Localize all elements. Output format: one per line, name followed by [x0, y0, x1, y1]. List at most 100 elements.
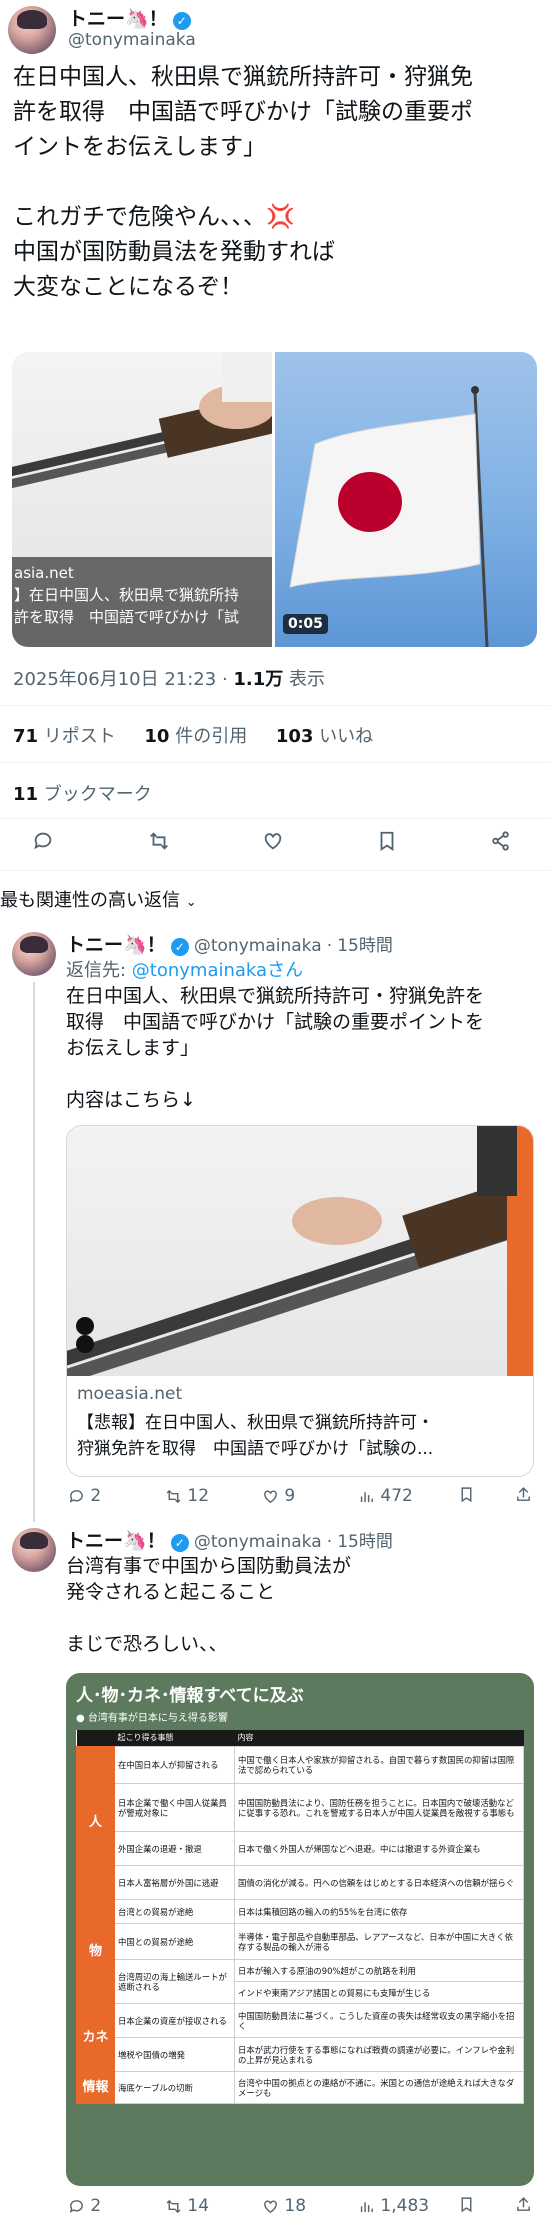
views-count: 1.1万	[233, 669, 284, 690]
author-handle[interactable]: @tonymainaka	[194, 1532, 322, 1552]
reply-to-handle-link[interactable]: @tonymainakaさん	[132, 960, 303, 981]
link-card-title-line: 【悲報】在日中国人、秋田県で猟銃所持許可・	[77, 1413, 434, 1433]
tweet-text-line: イントをお伝えします」	[13, 134, 266, 160]
table-row: 日本企業で働く中国人従業員が警戒対象に 中国国防動員法により、国防任務を担うこと…	[77, 1783, 524, 1832]
reply-button[interactable]: 2	[68, 1486, 101, 1506]
quotes-label: 件の引用	[175, 726, 248, 747]
bookmark-icon[interactable]	[458, 2196, 475, 2217]
table-row: 増税や国債の増発 日本が武力行使をする事態になれば戦費の調達が必要に。インフレや…	[77, 2037, 524, 2072]
views-button[interactable]: 472	[358, 1486, 413, 1506]
media-left-shotgun-image[interactable]: asia.net 】在日中国人、秋田県で猟銃所持 許を取得 中国語で呼びかけ「試	[12, 352, 272, 647]
author-handle[interactable]: @tonymainaka	[68, 30, 196, 50]
repost-icon[interactable]	[148, 830, 170, 857]
tweet-timestamp[interactable]: 2025年06月10日 21:23	[13, 669, 216, 690]
table-header-cell	[76, 1730, 115, 1747]
avatar[interactable]	[12, 1528, 56, 1572]
share-icon[interactable]	[515, 2196, 532, 2217]
table-row: 情報 海底ケーブルの切断 台湾や中国の拠点との連絡が不通に。米国との通信が途絶え…	[76, 2071, 524, 2104]
divider	[0, 762, 550, 763]
table-header-cell: 内容	[234, 1730, 524, 1747]
divider	[0, 705, 550, 706]
reply-text-line: 取得 中国語で呼びかけ「試験の重要ポイントを	[66, 1011, 485, 1033]
media-caption: asia.net 】在日中国人、秋田県で猟銃所持 許を取得 中国語で呼びかけ「試	[14, 562, 239, 628]
dot-separator: ·	[326, 1532, 333, 1552]
category-cell: 物	[76, 1899, 115, 2004]
event-cell: 外国企業の退避・撤退	[114, 1831, 235, 1866]
reply-icon	[69, 1489, 83, 1503]
views-button[interactable]: 1,483	[358, 2196, 429, 2216]
views-icon	[360, 2201, 373, 2212]
table-row: 台湾周辺の海上輸送ルートが遮断される 日本が輸入する原油の90%超がこの航路を利…	[77, 1959, 524, 2004]
link-card-title-line: 狩猟免許を取得 中国語で呼びかけ「試験の...	[77, 1439, 434, 1459]
bookmarks-stat[interactable]: 11 ブックマーク	[13, 780, 152, 806]
bookmark-icon[interactable]	[376, 830, 398, 857]
reply-time[interactable]: 15時間	[337, 936, 393, 956]
reposts-count: 71	[13, 726, 39, 747]
content-cell: 半導体・電子部品や自動車部品、レアアースなど、日本が中国に大きく依存する製品の輸…	[234, 1923, 524, 1960]
quotes-stat[interactable]: 10 件の引用	[144, 726, 247, 747]
repost-button[interactable]: 14	[165, 2196, 209, 2216]
reply-time[interactable]: 15時間	[337, 1532, 393, 1552]
reply-text-line: まじで恐ろしい、、	[66, 1633, 228, 1655]
content-cell: 台湾や中国の拠点との連絡が不通に。米国との通信が途絶えれば大きなダメージも	[234, 2071, 524, 2104]
content-cell: 国債の消化が減る。円への信頼をはじめとする日本経済への信頼が揺らぐ	[234, 1865, 524, 1900]
media-grid: asia.net 】在日中国人、秋田県で猟銃所持 許を取得 中国語で呼びかけ「試…	[12, 352, 537, 647]
reply-header: トニー🦄！ ✓ @tonymainaka · 15時間	[66, 930, 393, 957]
content-cell: 日本が武力行使をする事態になれば戦費の調達が必要に。インフレや金利の上昇が見込ま…	[234, 2037, 524, 2072]
likes-label: いいね	[319, 726, 374, 747]
reply-text-line: お伝えします」	[66, 1037, 200, 1059]
media-caption-line: 許を取得 中国語で呼びかけ「試	[14, 608, 240, 626]
reposts-stat[interactable]: 71 リポスト	[13, 726, 116, 747]
like-icon[interactable]	[262, 830, 284, 857]
author-name-row[interactable]: トニー🦄！ ✓	[68, 4, 191, 31]
engagement-stats-row: 71 リポスト 10 件の引用 103 いいね	[13, 722, 373, 748]
likes-stat[interactable]: 103 いいね	[276, 726, 373, 747]
reply-text-line: 在日中国人、秋田県で猟銃所持許可・狩猟免許を	[66, 985, 485, 1007]
infographic-title: 人･物･カネ･情報すべてに及ぶ	[76, 1686, 304, 1706]
likes-count: 103	[275, 726, 314, 747]
link-card-image	[67, 1126, 533, 1376]
link-card[interactable]: moeasia.net 【悲報】在日中国人、秋田県で猟銃所持許可・ 狩猟免許を取…	[66, 1125, 534, 1477]
like-button[interactable]: 9	[262, 1486, 295, 1506]
view-count: 1,483	[380, 2196, 430, 2216]
avatar[interactable]	[8, 6, 56, 54]
reply-icon[interactable]	[32, 830, 54, 857]
category-cell: カネ	[76, 2003, 115, 2072]
infographic-table: 起こり得る事態 内容 人 在中国日本人が抑留される 中国で働く日本人や家族が抑留…	[76, 1730, 524, 2104]
table-row: 物 台湾との貿易が途絶 日本は集積回路の輸入の約55%を台湾に依存	[76, 1899, 524, 2004]
author-name[interactable]: トニー🦄！	[66, 1530, 166, 1552]
event-cell: 日本人富裕層が外国に逃避	[114, 1865, 235, 1900]
table-row: 日本人富裕層が外国に逃避 国債の消化が減る。円への信頼をはじめとする日本経済への…	[77, 1865, 524, 1900]
author-name[interactable]: トニー🦄！	[68, 8, 168, 30]
bookmark-icon[interactable]	[458, 1486, 475, 1507]
infographic-subtitle: ● 台湾有事が日本に与え得る影響	[76, 1713, 228, 1724]
reply-text: 在日中国人、秋田県で猟銃所持許可・狩猟免許を 取得 中国語で呼びかけ「試験の重要…	[66, 983, 546, 1113]
share-icon[interactable]	[515, 1486, 532, 1507]
repost-count: 14	[187, 2196, 210, 2216]
media-right-flag-video[interactable]: 0:05	[275, 352, 537, 647]
event-cell: 海底ケーブルの切断	[114, 2071, 235, 2104]
media-caption-line: asia.net	[14, 564, 74, 582]
category-cell: 人	[76, 1746, 115, 1900]
share-icon[interactable]	[490, 830, 512, 857]
like-button[interactable]: 18	[262, 2196, 306, 2216]
reply-button[interactable]: 2	[68, 2196, 101, 2216]
view-count: 472	[380, 1486, 413, 1506]
reposts-label: リポスト	[43, 726, 116, 747]
content-cell: 日本で働く外国人が帰国などへ退避。中には撤退する外資企業も	[234, 1831, 524, 1866]
table-row: カネ 日本企業の資産が接収される 中国国防動員法に基づく。こうした資産の喪失は経…	[76, 2003, 524, 2072]
reply-count: 2	[90, 1486, 102, 1506]
author-handle[interactable]: @tonymainaka	[194, 936, 322, 956]
like-icon	[264, 1489, 277, 1503]
author-name[interactable]: トニー🦄！	[66, 934, 166, 956]
link-card-title: 【悲報】在日中国人、秋田県で猟銃所持許可・ 狩猟免許を取得 中国語で呼びかけ「試…	[77, 1410, 527, 1462]
reply-sort-dropdown[interactable]: 最も関連性の高い返信 ⌄	[0, 886, 197, 912]
table-header-row: 起こり得る事態 内容	[76, 1730, 524, 1747]
repost-button[interactable]: 12	[165, 1486, 209, 1506]
content-cell: 日本が輸入する原油の90%超がこの航路を利用	[234, 1959, 524, 1982]
avatar[interactable]	[12, 932, 56, 976]
content-cell: 日本は集積回路の輸入の約55%を台湾に依存	[234, 1899, 524, 1924]
infographic-image[interactable]: 人･物･カネ･情報すべてに及ぶ ● 台湾有事が日本に与え得る影響 起こり得る事態…	[66, 1673, 534, 2186]
table-row: 中国との貿易が途絶 半導体・電子部品や自動車部品、レアアースなど、日本が中国に大…	[77, 1923, 524, 1960]
video-duration-badge: 0:05	[283, 614, 328, 634]
